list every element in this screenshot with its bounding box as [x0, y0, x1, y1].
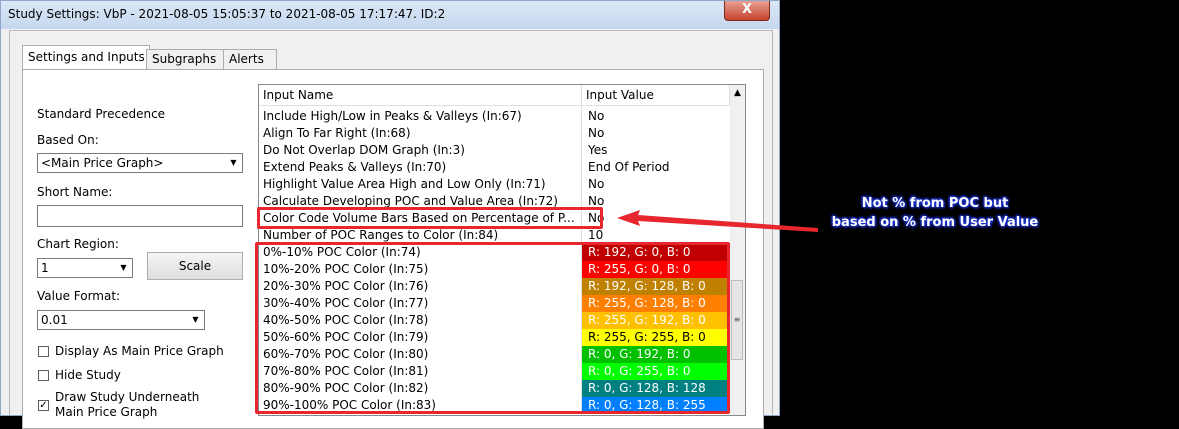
annotation-line-1: Not % from POC but — [861, 196, 1009, 211]
input-value-cell[interactable]: No — [582, 125, 728, 142]
chevron-down-icon[interactable]: ▼ — [188, 312, 203, 328]
hide-study-checkbox[interactable] — [38, 370, 49, 381]
scroll-thumb[interactable]: ≡ — [731, 280, 743, 360]
short-name-label: Short Name: — [37, 185, 113, 199]
table-row[interactable]: Align To Far Right (In:68) No — [259, 125, 730, 142]
input-value-cell[interactable]: No — [582, 108, 728, 125]
input-name-cell: Highlight Value Area High and Low Only (… — [263, 177, 546, 191]
based-on-value: <Main Price Graph> — [41, 156, 164, 170]
scale-button[interactable]: Scale — [147, 252, 243, 280]
input-name-cell: Align To Far Right (In:68) — [263, 126, 411, 140]
highlight-poc-color-rows — [255, 242, 730, 414]
value-format-label: Value Format: — [37, 289, 121, 303]
annotation-line-2: based on % from User Value — [831, 215, 1039, 230]
standard-precedence-label: Standard Precedence — [37, 107, 166, 121]
chart-region-dropdown[interactable]: 1 ▼ — [37, 258, 133, 278]
title-bar[interactable]: Study Settings: VbP - 2021-08-05 15:05:3… — [1, 1, 779, 29]
window-title: Study Settings: VbP - 2021-08-05 15:05:3… — [8, 7, 446, 21]
input-value-cell[interactable]: No — [582, 210, 728, 227]
based-on-dropdown[interactable]: <Main Price Graph> ▼ — [37, 153, 243, 173]
value-format-value: 0.01 — [41, 313, 68, 327]
input-name-cell: Extend Peaks & Valleys (In:70) — [263, 160, 447, 174]
draw-study-underneath-checkbox[interactable]: ✓ — [38, 400, 49, 411]
input-value-cell[interactable]: End Of Period — [582, 159, 728, 176]
tab-subgraphs[interactable]: Subgraphs — [146, 49, 224, 70]
table-row[interactable]: Highlight Value Area High and Low Only (… — [259, 176, 730, 193]
hide-study-label: Hide Study — [55, 368, 121, 382]
chart-region-value: 1 — [41, 261, 49, 275]
vertical-scrollbar[interactable]: ▲ ≡ — [730, 85, 745, 415]
display-as-main-price-graph-label: Display As Main Price Graph — [55, 344, 224, 358]
column-header-input-value[interactable]: Input Value — [582, 85, 730, 105]
table-row[interactable]: Include High/Low in Peaks & Valleys (In:… — [259, 108, 730, 125]
input-value-cell[interactable]: Yes — [582, 142, 728, 159]
inputs-list-header: Input Name Input Value — [259, 85, 730, 106]
chevron-down-icon[interactable]: ▼ — [226, 155, 241, 171]
input-name-cell: Do Not Overlap DOM Graph (In:3) — [263, 143, 465, 157]
table-row[interactable]: Extend Peaks & Valleys (In:70) End Of Per… — [259, 159, 730, 176]
draw-study-underneath-label-line2: Main Price Graph — [55, 405, 158, 419]
input-name-cell: Include High/Low in Peaks & Valleys (In:… — [263, 109, 522, 123]
short-name-input[interactable] — [37, 205, 243, 227]
input-value-cell[interactable]: No — [582, 176, 728, 193]
tab-alerts[interactable]: Alerts — [223, 49, 277, 70]
highlight-color-code-row — [257, 207, 603, 229]
display-as-main-price-graph-checkbox[interactable] — [38, 346, 49, 357]
chart-region-label: Chart Region: — [37, 237, 119, 251]
tab-settings-and-inputs[interactable]: Settings and Inputs — [22, 45, 150, 71]
input-value-cell[interactable]: No — [582, 193, 728, 210]
table-row[interactable]: Do Not Overlap DOM Graph (In:3) Yes — [259, 142, 730, 159]
chevron-down-icon[interactable]: ▼ — [116, 260, 131, 276]
column-header-input-name[interactable]: Input Name — [259, 85, 582, 105]
draw-study-underneath-label: Draw Study Underneath — [55, 390, 200, 404]
based-on-label: Based On: — [37, 133, 99, 147]
scroll-up-arrow-icon[interactable]: ▲ — [730, 85, 745, 101]
close-button[interactable]: X — [724, 1, 770, 21]
value-format-dropdown[interactable]: 0.01 ▼ — [37, 310, 205, 330]
